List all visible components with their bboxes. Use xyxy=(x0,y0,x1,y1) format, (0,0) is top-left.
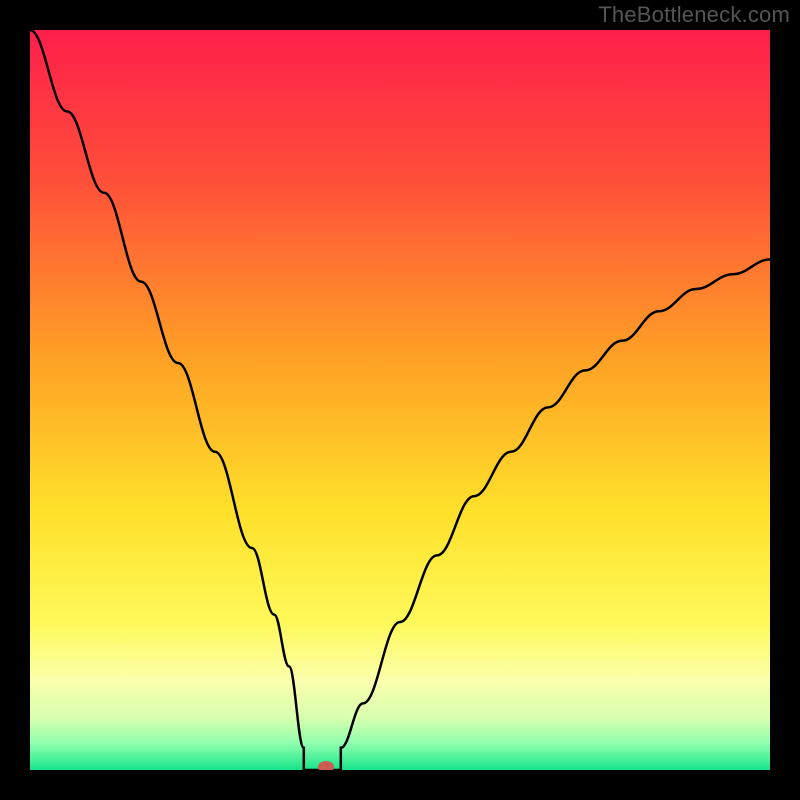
watermark-text: TheBottleneck.com xyxy=(598,2,790,28)
plot-svg xyxy=(30,30,770,770)
plot-area xyxy=(30,30,770,770)
chart-frame: TheBottleneck.com xyxy=(0,0,800,800)
gradient-background xyxy=(30,30,770,770)
